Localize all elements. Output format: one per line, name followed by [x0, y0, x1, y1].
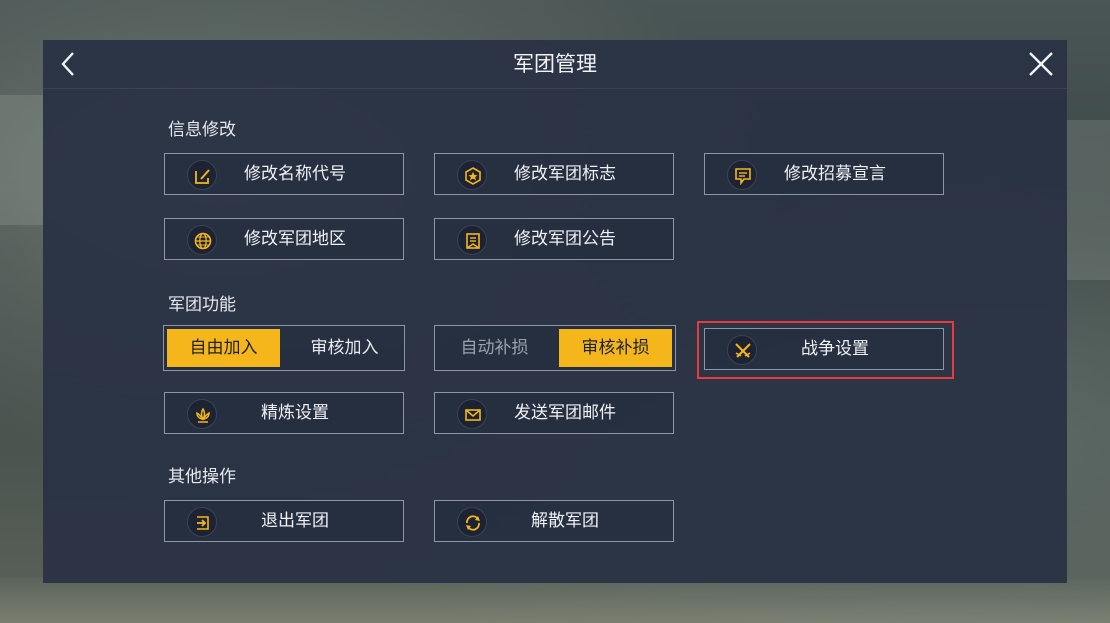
refine-settings-button[interactable]: 精炼设置	[164, 392, 404, 434]
exit-icon	[187, 507, 217, 537]
button-label: 发送军团邮件	[514, 403, 616, 423]
background-structure	[0, 95, 43, 225]
lotus-icon	[187, 399, 217, 429]
edit-recruit-message-button[interactable]: 修改招募宣言	[704, 153, 944, 195]
button-label: 修改军团公告	[514, 229, 616, 249]
disband-icon	[457, 507, 487, 537]
section-label-other: 其他操作	[168, 467, 236, 487]
button-label: 修改军团地区	[244, 229, 346, 249]
edit-emblem-button[interactable]: 修改军团标志	[434, 153, 674, 195]
badge-icon	[457, 160, 487, 190]
button-label: 解散军团	[531, 511, 599, 531]
page-title: 军团管理	[513, 52, 597, 76]
join-mode-review[interactable]: 审核加入	[288, 329, 401, 367]
close-button[interactable]	[1027, 50, 1055, 78]
join-mode-toggle: 自由加入 审核加入	[163, 325, 405, 371]
button-label: 修改招募宣言	[784, 164, 886, 184]
edit-notice-button[interactable]: 修改军团公告	[434, 218, 674, 260]
message-icon	[727, 160, 757, 190]
leave-legion-button[interactable]: 退出军团	[164, 500, 404, 542]
edit-icon	[187, 160, 217, 190]
button-label: 修改军团标志	[514, 164, 616, 184]
button-label: 退出军团	[261, 511, 329, 531]
supply-mode-auto[interactable]: 自动补损	[438, 329, 551, 367]
notice-icon	[457, 225, 487, 255]
war-settings-highlight	[697, 321, 954, 379]
supply-mode-toggle: 自动补损 审核补损	[434, 325, 676, 371]
edit-region-button[interactable]: 修改军团地区	[164, 218, 404, 260]
background-floor	[0, 578, 1110, 623]
edit-name-button[interactable]: 修改名称代号	[164, 153, 404, 195]
join-mode-free[interactable]: 自由加入	[167, 329, 280, 367]
close-icon	[1029, 52, 1053, 76]
panel-header: 军团管理	[43, 40, 1067, 89]
section-label-functions: 军团功能	[168, 295, 236, 315]
section-label-info: 信息修改	[168, 120, 236, 140]
disband-legion-button[interactable]: 解散军团	[434, 500, 674, 542]
legion-management-panel: 军团管理 信息修改 修改名称代号 修改军团标志 修改招募宣言 修改军团地区 修改…	[43, 40, 1067, 583]
supply-mode-review[interactable]: 审核补损	[559, 329, 672, 367]
button-label: 修改名称代号	[244, 164, 346, 184]
background-structure	[1067, 120, 1110, 280]
button-label: 精炼设置	[261, 403, 329, 423]
mail-icon	[457, 399, 487, 429]
globe-icon	[187, 225, 217, 255]
send-mail-button[interactable]: 发送军团邮件	[434, 392, 674, 434]
